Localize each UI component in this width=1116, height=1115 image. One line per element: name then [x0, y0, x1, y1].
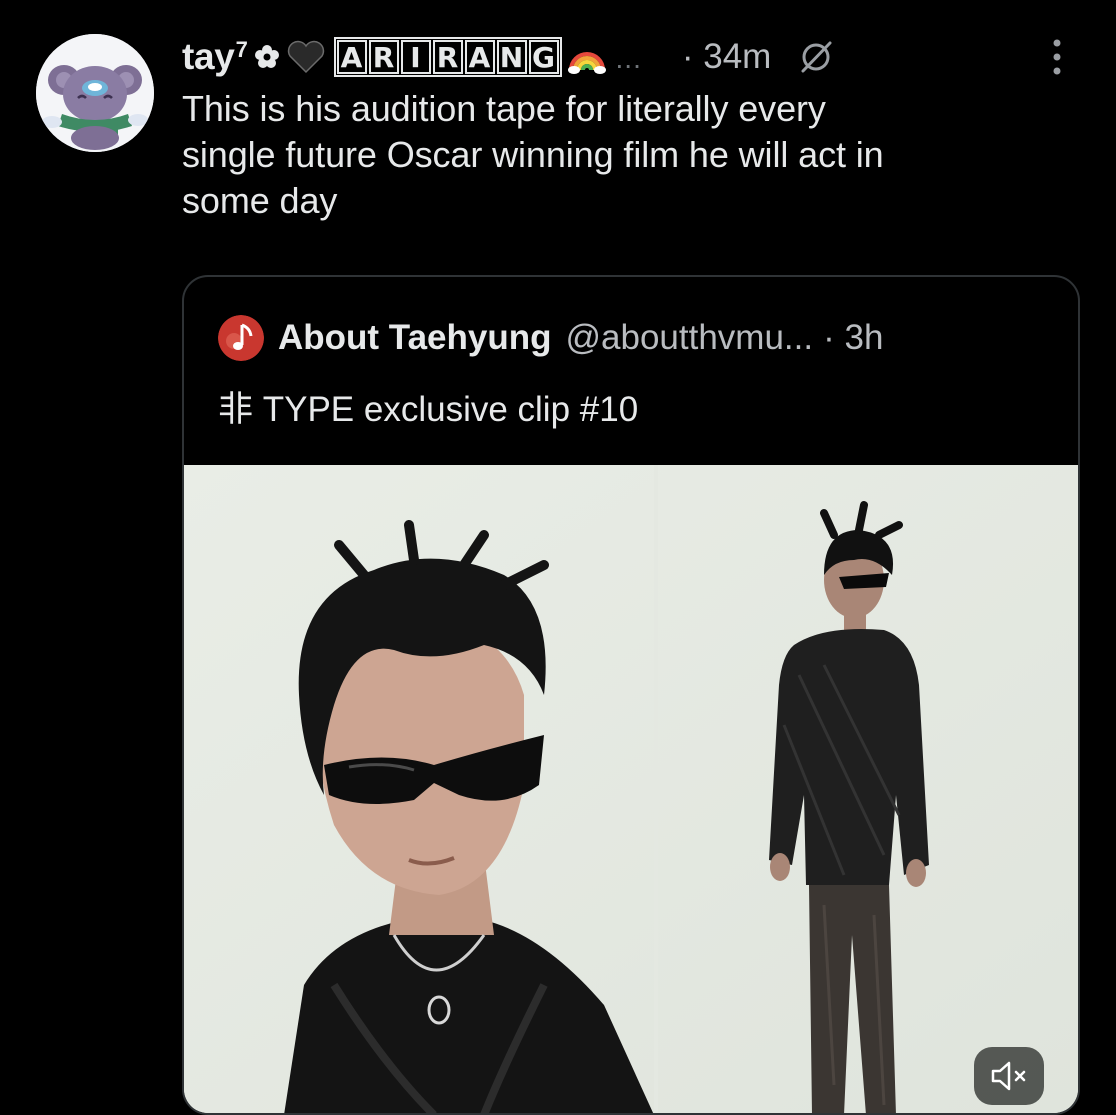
post-timestamp[interactable]: · 34m — [682, 37, 771, 77]
video-frame-image — [184, 465, 1078, 1113]
quoted-author-handle[interactable]: @aboutthvmu... — [566, 318, 814, 358]
flower-icon — [254, 44, 280, 70]
koya-bear-avatar-icon — [36, 34, 154, 152]
author-display-name[interactable]: tay7 — [182, 36, 248, 78]
name-letter: G — [528, 40, 559, 74]
mute-toggle-button[interactable] — [974, 1047, 1044, 1105]
user-avatar[interactable] — [36, 34, 154, 152]
quoted-post-timestamp[interactable]: · 3h — [823, 318, 883, 358]
grok-icon[interactable] — [797, 38, 835, 76]
quoted-author-name[interactable]: About Taehyung — [278, 318, 552, 358]
video-preview[interactable] — [184, 465, 1078, 1113]
name-letter: N — [496, 40, 527, 74]
post-text: This is his audition tape for literally … — [182, 88, 884, 221]
name-letter: I — [400, 40, 431, 74]
name-letter: A — [336, 40, 367, 74]
black-heart-icon — [286, 40, 326, 74]
name-letter-boxes: A R I R A N G — [333, 37, 562, 77]
speaker-muted-icon — [991, 1061, 1026, 1091]
more-vertical-icon[interactable] — [1044, 37, 1070, 77]
quoted-post-header: About Taehyung @aboutthvmu... · 3h — [218, 313, 883, 363]
name-letter: R — [432, 40, 463, 74]
quoted-post-card[interactable]: About Taehyung @aboutthvmu... · 3h 非 TYP… — [182, 275, 1080, 1115]
name-letter: R — [368, 40, 399, 74]
name-letter: A — [464, 40, 495, 74]
music-note-avatar-icon[interactable] — [218, 315, 264, 361]
rainbow-icon — [567, 40, 606, 74]
name-truncation-ellipsis: ... — [615, 43, 642, 74]
post-header: tay7 A R I R A N G ... · 34m — [182, 30, 835, 84]
quoted-post-text: 非 TYPE exclusive clip #10 — [218, 390, 639, 429]
